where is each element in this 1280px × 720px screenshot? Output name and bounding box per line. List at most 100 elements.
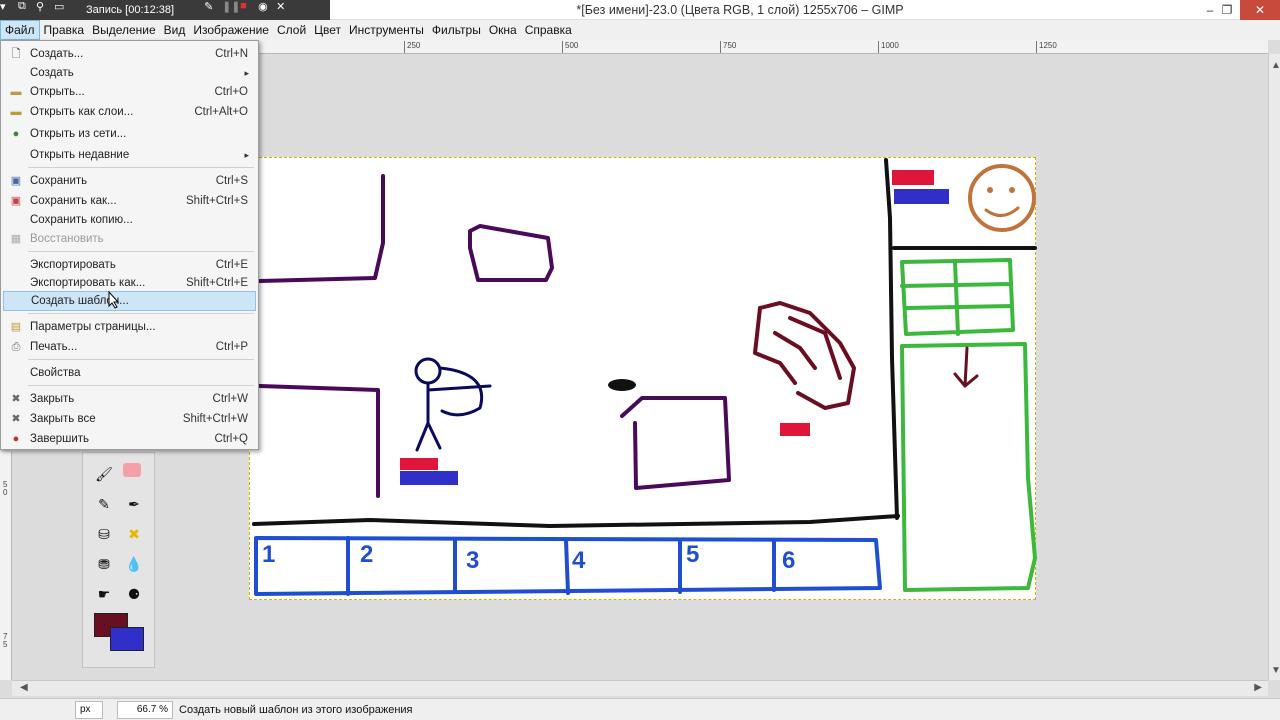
menu-file[interactable]: Файл [0, 20, 40, 40]
menu-item-open-layers[interactable]: ▬ Открыть как слои... Ctrl+Alt+O [3, 102, 256, 122]
hotbar-number: 4 [572, 547, 586, 574]
drawing: 1 2 3 4 5 6 [252, 158, 1037, 596]
green-grid [900, 258, 1015, 336]
menu-windows[interactable]: Окна [485, 20, 521, 40]
title-bar: ▾ ⧉ ⚲ ▭ Запись [00:12:38] ✎ ❚❚ ■ ◉ ✕ *[Б… [0, 0, 1280, 20]
menu-item-open[interactable]: ▬ Открыть... Ctrl+O [3, 82, 256, 102]
background-color[interactable] [110, 627, 144, 651]
ruler-tick: 0 [3, 488, 8, 497]
recorder-title: Запись [00:12:38] [86, 4, 175, 16]
chevron-down-icon[interactable]: ▾ [0, 0, 18, 20]
windows-icon[interactable]: ⧉ [18, 0, 36, 20]
menu-item-properties[interactable]: Свойства [3, 363, 256, 383]
close-icon[interactable]: ✕ [276, 0, 294, 20]
quit-icon: ● [12, 433, 20, 445]
page-setup-icon: ▤ [10, 321, 22, 333]
window-title: *[Без имени]-23.0 (Цвета RGB, 1 слой) 12… [576, 3, 904, 17]
menu-item-open-location[interactable]: ● Открыть из сети... [3, 124, 256, 144]
hotbar-number: 3 [466, 547, 479, 574]
restore-icon[interactable]: ❐ [1212, 0, 1242, 20]
file-menu: 🗋 Создать... Ctrl+N Создать ▸ ▬ Открыть.… [0, 40, 259, 450]
heal-icon[interactable]: ✖ [123, 523, 145, 545]
toolbox: 🖌 ✎ ✒ ⛁ ✖ ⛃ 💧 ☛ ⚈ [82, 452, 155, 668]
camera-icon[interactable]: ◉ [258, 0, 276, 20]
menu-layer[interactable]: Слой [273, 20, 310, 40]
menu-filters[interactable]: Фильтры [428, 20, 485, 40]
menu-tools[interactable]: Инструменты [345, 20, 428, 40]
mouse-cursor-icon [108, 291, 120, 309]
dodge-icon[interactable]: ⚈ [123, 583, 145, 605]
scroll-left-icon[interactable]: ◀ [20, 682, 28, 693]
ink-icon[interactable]: ✒ [123, 493, 145, 515]
menu-item-create-template[interactable]: Создать шаблон... [3, 291, 256, 311]
new-file-icon: 🗋 [11, 48, 21, 60]
menu-item-create[interactable]: Создать ▸ [3, 63, 256, 83]
menu-separator [28, 313, 254, 314]
globe-icon: ● [12, 128, 20, 140]
brush-icon[interactable]: 🖌 [93, 463, 115, 485]
menu-item-save[interactable]: ▣ Сохранить Ctrl+S [3, 171, 256, 191]
red-block [400, 458, 438, 470]
blur-icon[interactable]: 💧 [123, 553, 145, 575]
close-window-button[interactable]: ✕ [1240, 0, 1280, 20]
black-floor [252, 514, 900, 528]
zoom-icon[interactable]: ⚲ [36, 0, 54, 20]
status-bar: px 66.7 % Создать новый шаблон из этого … [0, 698, 1280, 720]
clone-icon[interactable]: ⛁ [93, 523, 115, 545]
box-top [468, 224, 554, 282]
screen-icon[interactable]: ▭ [54, 0, 72, 20]
blue-block [400, 471, 458, 485]
menu-edit[interactable]: Правка [40, 20, 89, 40]
unit-select[interactable]: px [75, 700, 103, 719]
figure-bow [438, 366, 483, 417]
red-block [892, 170, 934, 185]
hotbar-number: 6 [782, 547, 795, 574]
menu-item-save-copy[interactable]: Сохранить копию... [3, 210, 256, 230]
menu-select[interactable]: Выделение [88, 20, 160, 40]
ruler-tick: 1250 [1036, 41, 1057, 53]
zoom-select[interactable]: 66.7 % [117, 700, 173, 719]
scroll-right-icon[interactable]: ▶ [1254, 682, 1262, 693]
menu-item-print[interactable]: ⎙ Печать... Ctrl+P [3, 337, 256, 357]
horizontal-scrollbar[interactable]: ◀ ▶ [12, 680, 1268, 696]
scroll-up-icon[interactable]: ▲ [1271, 60, 1280, 71]
menu-item-export-as[interactable]: Экспортировать как... Shift+Ctrl+E [3, 273, 256, 293]
menu-item-close-all[interactable]: ✖ Закрыть все Shift+Ctrl+W [3, 409, 256, 429]
revert-icon: ▦ [10, 233, 22, 245]
submenu-arrow-icon: ▸ [244, 150, 249, 160]
menu-item-new[interactable]: 🗋 Создать... Ctrl+N [3, 44, 256, 64]
menu-item-open-recent[interactable]: Открыть недавние ▸ [3, 145, 256, 165]
green-panel [900, 342, 1037, 592]
ruler-tick: 5 [3, 640, 8, 649]
box-middle [620, 396, 731, 490]
print-icon: ⎙ [11, 341, 21, 353]
perspective-clone-icon[interactable]: ⛃ [93, 553, 115, 575]
menu-item-export[interactable]: Экспортировать Ctrl+E [3, 255, 256, 275]
menu-view[interactable]: Вид [160, 20, 190, 40]
menu-separator [28, 359, 254, 360]
menu-item-page-setup[interactable]: ▤ Параметры страницы... [3, 317, 256, 337]
scroll-down-icon[interactable]: ▼ [1271, 665, 1280, 676]
hotbar-number: 2 [360, 541, 373, 568]
red-block [780, 423, 810, 436]
vertical-scrollbar[interactable]: ▲ ▼ [1268, 54, 1280, 680]
menu-item-save-as[interactable]: ▣ Сохранить как... Shift+Ctrl+S [3, 191, 256, 211]
menu-item-close[interactable]: ✖ Закрыть Ctrl+W [3, 389, 256, 409]
close-all-icon: ✖ [11, 413, 21, 425]
smudge-icon[interactable]: ☛ [93, 583, 115, 605]
menu-separator [28, 385, 254, 386]
ruler-tick: 750 [720, 41, 736, 53]
airbrush-icon[interactable]: ✎ [93, 493, 115, 515]
ruler-tick: 250 [404, 41, 420, 53]
eraser-icon[interactable] [123, 463, 141, 477]
ruler-tick: 500 [562, 41, 578, 53]
menu-colors[interactable]: Цвет [310, 20, 345, 40]
menu-image[interactable]: Изображение [189, 20, 273, 40]
stop-icon[interactable]: ■ [240, 0, 258, 20]
image-canvas[interactable]: 1 2 3 4 5 6 [249, 157, 1037, 600]
open-layers-icon: ▬ [10, 106, 22, 118]
menu-item-quit[interactable]: ● Завершить Ctrl+Q [3, 429, 256, 449]
pencil-icon[interactable]: ✎ [204, 0, 222, 20]
menu-help[interactable]: Справка [521, 20, 576, 40]
pause-icon[interactable]: ❚❚ [222, 0, 240, 20]
